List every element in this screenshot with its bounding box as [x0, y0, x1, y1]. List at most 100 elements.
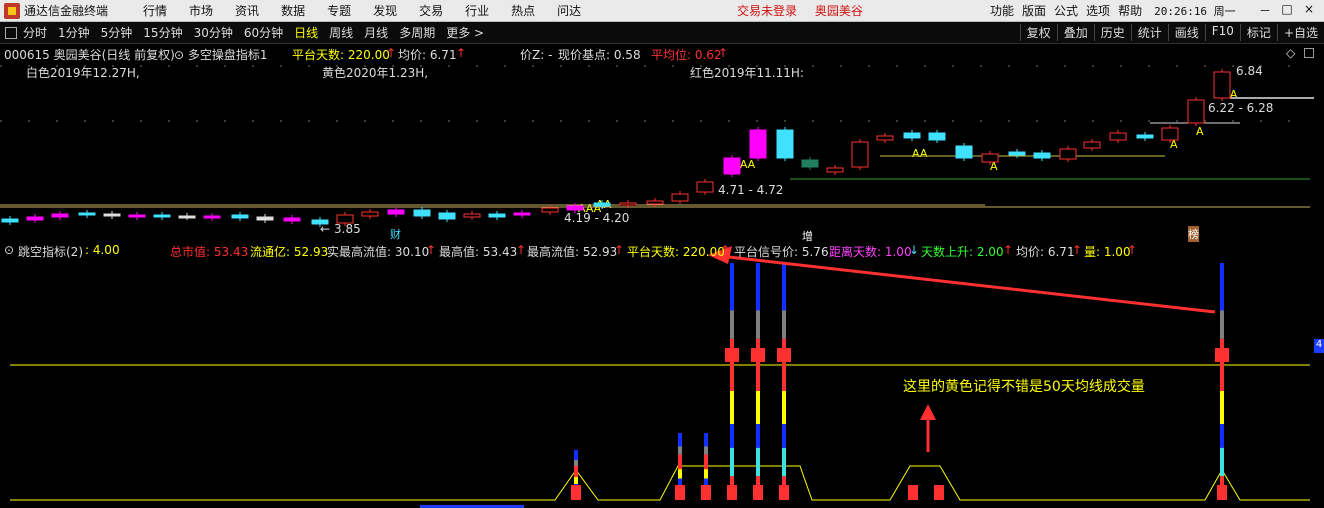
tab-5min[interactable]: 5分钟 [101, 24, 133, 41]
total-market-value: 总市值: 53.43 [170, 245, 249, 259]
candle-body [1161, 127, 1179, 141]
tab-more[interactable]: 更多 > [446, 24, 484, 41]
add-watchlist-button[interactable]: +自选 [1276, 24, 1324, 41]
menu-hot[interactable]: 热点 [511, 2, 535, 19]
menu-layout[interactable]: 版面 [1022, 2, 1046, 19]
tab-30min[interactable]: 30分钟 [194, 24, 233, 41]
period-toolbar: 分时 1分钟 5分钟 15分钟 30分钟 60分钟 日线 周线 月线 多周期 更… [0, 22, 1324, 44]
volume-bar-segment [704, 433, 708, 447]
toolbar-right-buttons: 复权 叠加 历史 统计 画线 F10 标记 +自选 [1019, 24, 1324, 41]
tab-monthly[interactable]: 月线 [364, 24, 388, 41]
draw-button[interactable]: 画线 [1167, 24, 1205, 41]
volume-bar-segment [1220, 310, 1224, 339]
up-arrow-icon: ↑ [1003, 243, 1014, 257]
menu-trade[interactable]: 交易 [419, 2, 443, 19]
candle-body [749, 129, 767, 159]
tab-1min[interactable]: 1分钟 [58, 24, 90, 41]
mark-button[interactable]: 标记 [1239, 24, 1277, 41]
tab-daily[interactable]: 日线 [294, 24, 318, 41]
menu-industry[interactable]: 行业 [465, 2, 489, 19]
candle-body [1059, 148, 1077, 160]
maximize-icon[interactable]: □ [1276, 2, 1298, 19]
volume-bar-segment [574, 477, 578, 484]
menu-data[interactable]: 数据 [281, 2, 305, 19]
stock-name-title: 奥园美谷 [814, 4, 863, 18]
candle-body [463, 213, 481, 218]
menu-ask[interactable]: 问达 [557, 2, 581, 19]
stats-button[interactable]: 统计 [1130, 24, 1168, 41]
tab-weekly[interactable]: 周线 [329, 24, 353, 41]
volume-bar-segment [1220, 390, 1224, 425]
indicator-dropdown-2[interactable]: ⊙ [4, 243, 14, 257]
window-controls: － □ × [1254, 2, 1320, 19]
volume-bar-base [779, 485, 789, 500]
volume-bar-segment [756, 310, 760, 339]
volume-bar-segment [678, 478, 682, 486]
volume-bar-segment [1220, 424, 1224, 448]
toggle-panel-icon[interactable] [5, 26, 17, 39]
volume-bar-segment [678, 454, 682, 470]
settings-icon[interactable]: ◇ [1286, 46, 1295, 60]
close-icon[interactable]: × [1298, 2, 1320, 19]
candle-body [801, 159, 819, 168]
menu-markets[interactable]: 市场 [189, 2, 213, 19]
candle-body [488, 213, 506, 218]
candle-body [671, 193, 689, 202]
candle-body [103, 213, 121, 217]
menu-right: 功能 版面 公式 选项 帮助 20:26:16 周一 [990, 2, 1236, 19]
close-panel-icon[interactable] [1304, 48, 1314, 58]
volume-bar-segment [678, 469, 682, 479]
menu-help[interactable]: 帮助 [1118, 2, 1142, 19]
volume-bar-base [908, 485, 918, 500]
volume-bar-segment [782, 424, 786, 448]
menu-function[interactable]: 功能 [990, 2, 1014, 19]
overlay-button[interactable]: 叠加 [1056, 24, 1094, 41]
candle-body [78, 212, 96, 216]
up-arrow-icon: ↑ [426, 243, 437, 257]
menu-market[interactable]: 行情 [143, 2, 167, 19]
candle-body [413, 209, 431, 217]
candle-body [387, 209, 405, 215]
minimize-icon[interactable]: － [1254, 2, 1276, 19]
candle-body [438, 212, 456, 220]
volume-outline [10, 465, 1310, 501]
up-arrow-icon: ↑ [1127, 243, 1138, 257]
menu-news[interactable]: 资讯 [235, 2, 259, 19]
candle-body [723, 157, 741, 175]
tab-intraday[interactable]: 分时 [23, 24, 47, 41]
menu-discover[interactable]: 发现 [373, 2, 397, 19]
candle-body [1136, 134, 1154, 139]
candle-body [776, 129, 794, 159]
candle-body [541, 207, 559, 213]
avg-price-ind: 均价: 6.71 [1016, 245, 1075, 259]
volume-bar-segment [756, 263, 760, 311]
f10-button[interactable]: F10 [1204, 24, 1240, 41]
candle-body [336, 214, 354, 224]
up-arrow-icon: ↑ [614, 243, 625, 257]
volume-bar-segment [730, 338, 734, 391]
up-arrow-icon: ↑ [516, 243, 527, 257]
candle-body [646, 200, 664, 205]
candle-body [203, 215, 221, 219]
volume-bar-segment [782, 447, 786, 477]
menu-topics[interactable]: 专题 [327, 2, 351, 19]
candlestick-layer [0, 65, 1314, 227]
menu-options[interactable]: 选项 [1086, 2, 1110, 19]
candle-body [513, 212, 531, 216]
tab-60min[interactable]: 60分钟 [244, 24, 283, 41]
candle-body [128, 214, 146, 218]
volume-bar-segment [1220, 338, 1224, 391]
candle-body [361, 211, 379, 217]
axis-tag: 4 [1314, 339, 1324, 353]
adjust-button[interactable]: 复权 [1019, 24, 1057, 41]
history-button[interactable]: 历史 [1093, 24, 1131, 41]
tab-multi-period[interactable]: 多周期 [399, 24, 435, 41]
volume-bar-base [571, 485, 581, 500]
volume-value: 量: 1.00 [1084, 245, 1131, 259]
menu-formula[interactable]: 公式 [1054, 2, 1078, 19]
down-arrow-icon: ↓ [909, 243, 920, 257]
up-arrow-icon: ↑ [1072, 243, 1083, 257]
tab-15min[interactable]: 15分钟 [143, 24, 182, 41]
volume-bar-segment [756, 338, 760, 391]
login-status[interactable]: 交易未登录 [737, 4, 797, 18]
